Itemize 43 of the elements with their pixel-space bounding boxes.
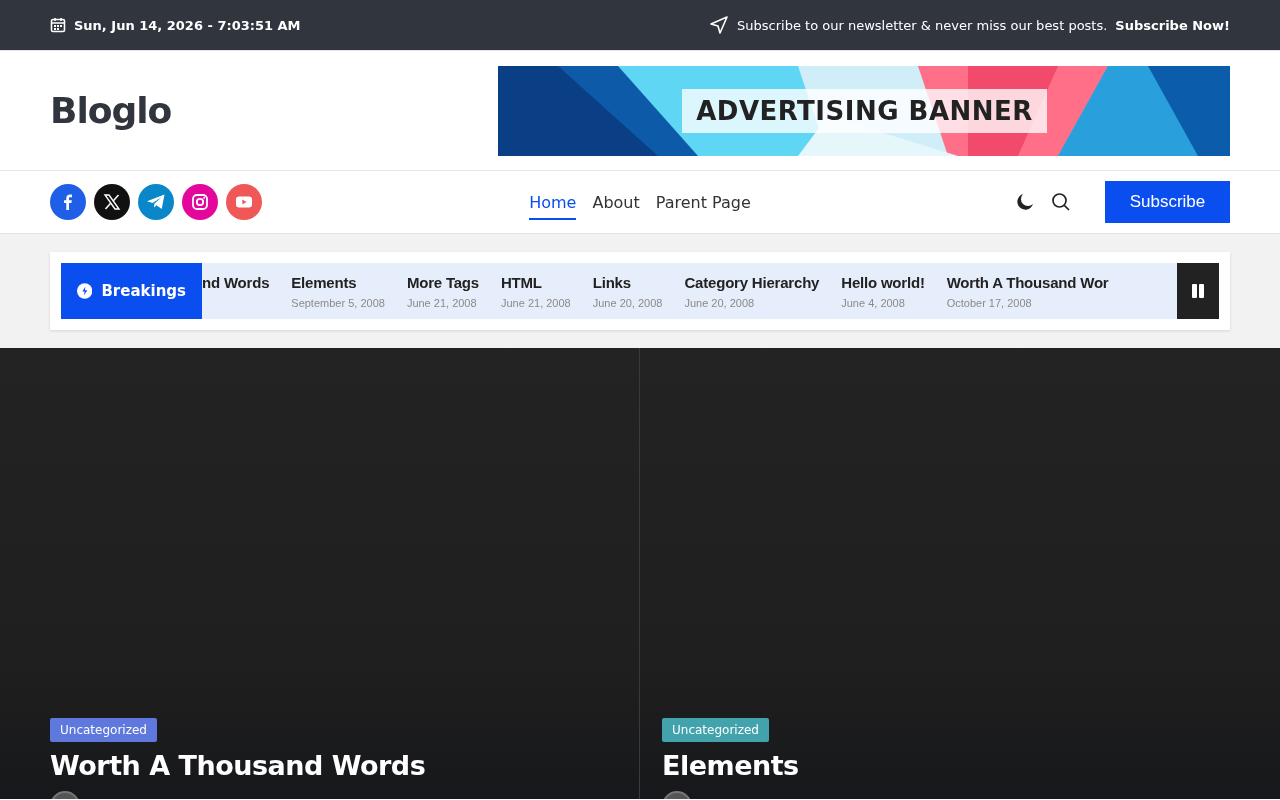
featured-post-card[interactable]: Uncategorized Elements (640, 348, 1280, 799)
moon-icon (1015, 192, 1035, 212)
featured-post-card[interactable]: Uncategorized Worth A Thousand Words (0, 348, 639, 799)
post-date: June 21, 2008 (501, 296, 571, 309)
ticker-post-link[interactable]: Worth A Thousand Wor (946, 273, 1109, 291)
post-date: June 21, 2008 (406, 296, 478, 309)
search-icon (1051, 192, 1071, 212)
subscribe-now-link[interactable]: Subscribe Now! (1115, 17, 1230, 33)
ticker-post-link[interactable]: Elements (291, 273, 385, 291)
ticker-post-link[interactable]: Category Hierarchy (684, 273, 820, 291)
pause-icon (1191, 284, 1205, 298)
ticker-post-link[interactable]: Hello world! (841, 273, 925, 291)
ticker-post-link[interactable]: More Tags (406, 273, 479, 291)
banner-text: ADVERTISING BANNER (682, 88, 1047, 133)
ticker-post-link[interactable]: Links (592, 273, 663, 291)
nav-link[interactable]: Home (529, 184, 577, 220)
subscribe-button[interactable]: Subscribe (1105, 181, 1230, 223)
category-tag[interactable]: Uncategorized (50, 718, 157, 742)
calendar-icon (50, 17, 66, 33)
send-icon (709, 15, 730, 35)
post-title[interactable]: Elements (662, 750, 1260, 781)
nav-link[interactable]: Parent Page (655, 184, 751, 220)
post-date: June 4, 2008 (841, 296, 906, 309)
date-time: Sun, Jun 14, 2026 - 7:03:51 AM (74, 17, 301, 33)
dark-mode-button[interactable] (1015, 192, 1035, 212)
newsletter-text: Subscribe to our newsletter & never miss our best posts. (737, 17, 1108, 33)
site-title[interactable]: Bloglo (50, 90, 172, 131)
pause-button[interactable] (1177, 263, 1219, 319)
x-icon (103, 193, 121, 211)
nav-link[interactable]: About (592, 184, 640, 220)
paper-plane-icon (146, 193, 166, 211)
ticker-post-link[interactable]: HTML (501, 273, 571, 291)
play-icon (235, 195, 253, 209)
post-title[interactable]: Worth A Thousand Words (50, 750, 619, 781)
social-link[interactable] (94, 184, 130, 220)
post-date: October 17, 2008 (946, 296, 1033, 309)
search-button[interactable] (1051, 192, 1071, 212)
post-date: June 20, 2008 (684, 296, 756, 309)
camera-icon (191, 193, 209, 211)
post-date: September 5, 2008 (291, 296, 385, 309)
ticker-post-link[interactable]: nd Words (202, 273, 270, 291)
ticker-label: Breakings (101, 282, 186, 300)
post-date: June 20, 2008 (592, 296, 663, 309)
